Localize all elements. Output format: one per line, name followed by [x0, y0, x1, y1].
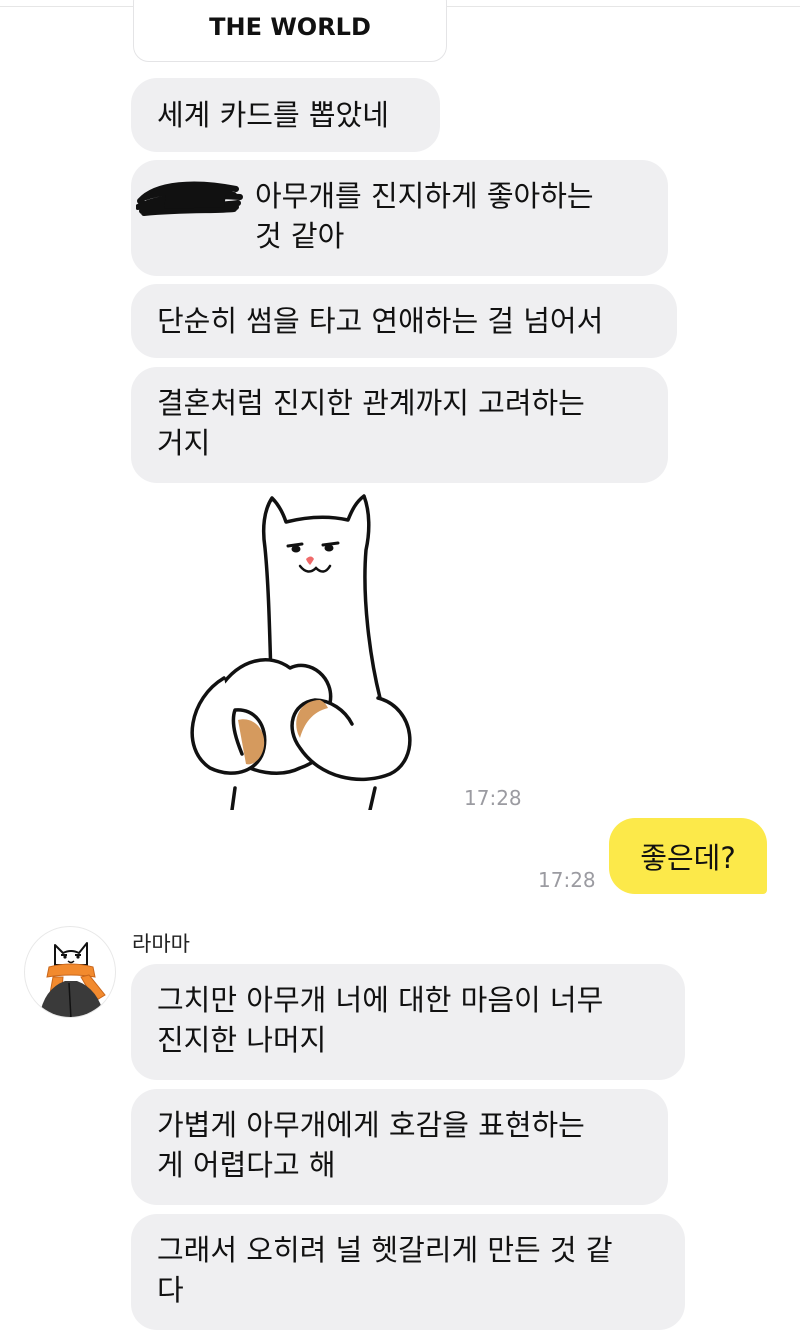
tarot-card-bubble[interactable]: THE WORLD — [133, 0, 447, 62]
message-bubble[interactable]: 세계 카드를 뽑았네 — [131, 78, 440, 152]
card-title: THE WORLD — [209, 13, 371, 41]
message-bubble[interactable]: 그래서 오히려 널 헷갈리게 만든 것 같 다 — [131, 1214, 685, 1330]
message-bubble[interactable]: 단순히 썸을 타고 연애하는 걸 넘어서 — [131, 284, 677, 358]
my-message-bubble[interactable]: 좋은데? — [609, 818, 767, 894]
message-bubble[interactable]: 가볍게 아무개에게 호감을 표현하는 게 어렵다고 해 — [131, 1089, 668, 1205]
message-text: 좋은데? — [640, 841, 736, 875]
message-text: 아무개를 진지하게 좋아하는 것 같아 — [255, 179, 594, 253]
timestamp: 17:28 — [464, 786, 522, 810]
message-text: 그치만 아무개 너에 대한 마음이 너무 진지한 나머지 — [157, 983, 604, 1057]
profile-avatar[interactable] — [24, 926, 116, 1018]
message-bubble[interactable]: 결혼처럼 진지한 관계까지 고려하는 거지 — [131, 367, 668, 483]
timestamp: 17:28 — [538, 868, 596, 892]
message-text: 결혼처럼 진지한 관계까지 고려하는 거지 — [157, 386, 585, 460]
cat-sticker-icon[interactable] — [180, 488, 420, 810]
message-text: 단순히 썸을 타고 연애하는 걸 넘어서 — [157, 304, 604, 338]
redaction-scribble — [136, 181, 243, 216]
message-bubble[interactable]: 그치만 아무개 너에 대한 마음이 너무 진지한 나머지 — [131, 964, 685, 1080]
cat-avatar-icon — [39, 942, 106, 1017]
sender-name[interactable]: 라마마 — [132, 928, 190, 958]
message-text: 세계 카드를 뽑았네 — [157, 98, 389, 132]
message-text: 가볍게 아무개에게 호감을 표현하는 게 어렵다고 해 — [157, 1108, 585, 1182]
message-text: 그래서 오히려 널 헷갈리게 만든 것 같 다 — [157, 1233, 613, 1307]
